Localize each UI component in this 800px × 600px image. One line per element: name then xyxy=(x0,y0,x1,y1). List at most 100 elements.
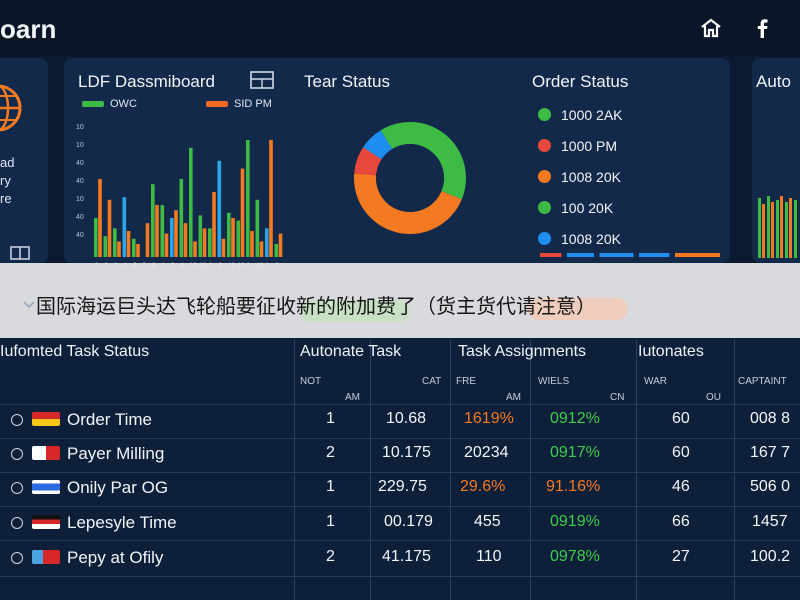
bar-sidpm[interactable] xyxy=(250,231,254,257)
left-panel-line: ry xyxy=(0,173,11,188)
column-divider xyxy=(450,340,451,600)
bar-owc[interactable] xyxy=(113,228,117,257)
table-title: Iufomted Task Status xyxy=(0,343,150,360)
cell-value: 10.68 xyxy=(386,410,427,427)
bar-owc[interactable] xyxy=(160,205,165,257)
cell-value: 100.2 xyxy=(750,548,791,565)
y-tick-label: 10 xyxy=(76,124,84,131)
status-dot xyxy=(538,108,551,121)
cell-value: 46 xyxy=(672,478,690,495)
donut-chart xyxy=(354,121,466,235)
bar-sidpm[interactable] xyxy=(164,233,169,257)
bar-sidpm[interactable] xyxy=(202,228,207,257)
cell-value: 91.16% xyxy=(546,478,601,495)
row-radio[interactable] xyxy=(11,448,23,460)
cell-value: 66 xyxy=(672,513,690,530)
bar-owc[interactable] xyxy=(274,244,279,257)
top-bar: oarn xyxy=(0,0,800,56)
bar-owc[interactable] xyxy=(151,184,155,257)
order-status-item: 1000 2AK xyxy=(538,107,623,123)
right-mini-chart xyxy=(758,196,797,258)
facebook-icon[interactable] xyxy=(750,16,774,40)
bar-sidpm[interactable] xyxy=(136,244,140,257)
left-panel-line: ad xyxy=(0,155,15,170)
order-status-item: 1008 20K xyxy=(538,231,621,247)
bar-owc[interactable] xyxy=(179,179,184,257)
y-tick-label: 10 xyxy=(76,142,84,149)
bar-owc[interactable] xyxy=(208,228,212,257)
bar-owc[interactable] xyxy=(246,140,250,257)
row-divider xyxy=(0,472,800,473)
cell-value: 0912% xyxy=(550,410,600,427)
bar-sidpm[interactable] xyxy=(117,241,121,257)
home-icon[interactable] xyxy=(699,16,723,40)
bar-sidpm[interactable] xyxy=(269,140,273,257)
bar-sidpm[interactable] xyxy=(126,231,131,257)
cell-value: 229.75 xyxy=(378,478,427,495)
bar-sidpm[interactable] xyxy=(155,205,159,257)
flag-icon xyxy=(32,412,60,426)
cell-value: 167 7 xyxy=(750,444,791,461)
bar-sidpm[interactable] xyxy=(193,241,197,257)
bar-owc[interactable] xyxy=(227,212,231,257)
row-radio[interactable] xyxy=(11,482,23,494)
task-name: Order Time xyxy=(67,410,153,429)
sub-header: CAT xyxy=(422,376,442,387)
sub-header: AM xyxy=(506,392,521,403)
bar-owc[interactable] xyxy=(94,218,98,257)
bar-sidpm[interactable] xyxy=(278,233,283,257)
row-radio[interactable] xyxy=(11,517,23,529)
layout-icon[interactable] xyxy=(250,71,276,91)
cell-value: 506 0 xyxy=(750,478,791,495)
row-radio[interactable] xyxy=(11,552,23,564)
task-name: Pepy at Ofily xyxy=(67,548,164,567)
sub-header: CAPTAINT xyxy=(738,376,787,387)
cell-value: 41.175 xyxy=(382,548,431,565)
column-divider xyxy=(636,340,637,600)
cell-value: 1 xyxy=(326,513,335,530)
sub-header: AM xyxy=(345,392,360,403)
bar-owc[interactable] xyxy=(189,147,193,257)
bar-sidpm[interactable] xyxy=(174,210,178,257)
cell-value: 008 8 xyxy=(750,410,791,427)
bar-sidpm[interactable] xyxy=(212,192,216,257)
legend-item-sidpm: SID PM xyxy=(206,98,272,110)
sub-header: CN xyxy=(610,392,625,403)
chevron-down-icon[interactable] xyxy=(22,300,36,310)
expand-icon[interactable] xyxy=(10,246,32,260)
bar-sidpm[interactable] xyxy=(107,199,112,257)
bar-owc[interactable] xyxy=(236,220,241,257)
bar-owc[interactable] xyxy=(103,236,108,257)
y-tick-label: 40 xyxy=(76,214,84,221)
bar-owc[interactable] xyxy=(198,215,203,257)
row-divider xyxy=(0,506,800,507)
order-status-title: Order Status xyxy=(532,72,629,91)
sub-header: WIELS xyxy=(538,376,570,387)
row-radio[interactable] xyxy=(11,414,23,426)
row-divider xyxy=(0,438,800,439)
bar-owc[interactable] xyxy=(122,197,127,257)
status-dot xyxy=(538,139,551,152)
bar-sidpm[interactable] xyxy=(183,223,188,257)
bar-sidpm[interactable] xyxy=(221,238,226,257)
bar-sidpm[interactable] xyxy=(259,241,264,257)
order-status-label: 1008 20K xyxy=(561,169,621,185)
flag-icon xyxy=(32,480,60,494)
tear-status-title: Tear Status xyxy=(304,72,390,91)
globe-icon xyxy=(0,84,22,132)
right-panel-title: Auto xyxy=(756,72,791,91)
task-name: Payer Milling xyxy=(67,444,165,463)
bar-sidpm[interactable] xyxy=(98,179,102,257)
bar-owc[interactable] xyxy=(255,199,260,257)
bar-owc[interactable] xyxy=(265,228,269,257)
bar-sidpm[interactable] xyxy=(231,218,235,257)
bar-owc[interactable] xyxy=(170,218,174,257)
bar-owc[interactable] xyxy=(217,160,222,257)
bar-chart: 404010404010100024559104102029101011013 xyxy=(76,124,283,269)
bar-sidpm[interactable] xyxy=(240,168,245,257)
status-dot xyxy=(538,201,551,214)
bar-owc[interactable] xyxy=(132,238,136,257)
order-status-label: 100 20K xyxy=(561,200,614,216)
bar-sidpm[interactable] xyxy=(145,223,150,257)
flag-icon xyxy=(32,550,60,564)
